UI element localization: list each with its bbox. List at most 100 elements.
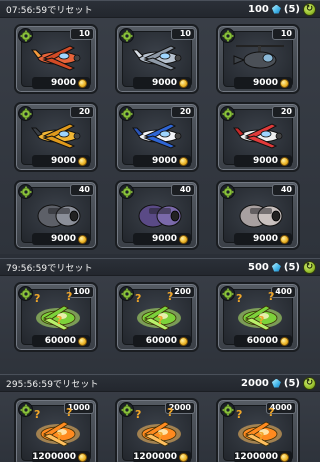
coin-icon xyxy=(179,234,188,244)
shop-item-card[interactable]: 20 9000 xyxy=(14,102,98,172)
gear-icon[interactable] xyxy=(220,106,235,121)
question-mark-icon: ? xyxy=(56,314,63,327)
price-bar[interactable]: 1200000 xyxy=(32,451,90,462)
level-badge: 10 xyxy=(171,28,195,40)
gear-icon[interactable] xyxy=(119,184,134,199)
question-mark-icon: ? xyxy=(66,406,73,419)
shop-item-card[interactable]: 10 9000 xyxy=(14,24,98,94)
item-grid: 1000 ??? 1200000 2000 ??? 1200000 4000 ??? 12… xyxy=(0,392,320,462)
shop-section-3: 295:56:59でリセット 2000 (5) ↻ 1000 ??? 120000… xyxy=(0,374,320,462)
price-label: 9000 xyxy=(50,78,76,88)
shop-item-card[interactable]: 10 9000 xyxy=(216,24,300,94)
red-white-plane-icon xyxy=(232,114,288,154)
question-mark-icon: ? xyxy=(268,406,275,419)
price-bar[interactable]: 9000 xyxy=(133,155,191,167)
reset-timer: 07:56:59でリセット xyxy=(6,5,93,16)
level-badge: 40 xyxy=(70,184,94,196)
section-header: 79:56:59でリセット 500 (5) ↻ xyxy=(0,258,320,276)
coin-icon xyxy=(280,452,289,462)
coin-icon xyxy=(179,156,188,166)
coin-icon xyxy=(179,336,188,346)
question-mark-icon: ? xyxy=(258,430,265,443)
price-label: 9000 xyxy=(151,234,177,244)
shop-item-card[interactable]: 40 9000 xyxy=(115,180,199,250)
level-badge: 200 xyxy=(170,286,195,298)
shop-item-card[interactable]: 20 9000 xyxy=(216,102,300,172)
refresh-button[interactable]: ↻ xyxy=(303,2,316,16)
coin-icon xyxy=(78,452,87,462)
level-badge: 40 xyxy=(171,184,195,196)
question-mark-icon: ? xyxy=(56,430,63,443)
coin-icon xyxy=(280,78,289,88)
shop-item-card[interactable]: 2000 ??? 1200000 xyxy=(115,398,199,462)
question-mark-icon: ? xyxy=(34,408,41,421)
level-badge: 20 xyxy=(272,106,296,118)
level-badge: 400 xyxy=(271,286,296,298)
price-bar[interactable]: 60000 xyxy=(32,335,90,347)
price-bar[interactable]: 9000 xyxy=(133,233,191,245)
gear-icon[interactable] xyxy=(119,286,134,301)
shop-item-card[interactable]: 40 9000 xyxy=(216,180,300,250)
price-label: 9000 xyxy=(252,156,278,166)
shop-item-card[interactable]: 400 ??? 60000 xyxy=(216,282,300,352)
gem-count: 2000 xyxy=(241,377,269,389)
yellow-plane-icon xyxy=(30,114,86,154)
refresh-count: (5) xyxy=(283,3,300,15)
gem-icon xyxy=(271,262,281,272)
gear-icon[interactable] xyxy=(18,402,33,417)
shop-item-card[interactable]: 10 9000 xyxy=(115,24,199,94)
gear-icon[interactable] xyxy=(18,28,33,43)
gear-icon[interactable] xyxy=(18,106,33,121)
price-bar[interactable]: 9000 xyxy=(133,77,191,89)
price-bar[interactable]: 9000 xyxy=(32,77,90,89)
orange-plane-icon xyxy=(30,36,86,76)
shop-item-card[interactable]: 100 ??? 60000 xyxy=(14,282,98,352)
refresh-button[interactable]: ↻ xyxy=(303,260,316,274)
gear-icon[interactable] xyxy=(220,286,235,301)
gear-icon[interactable] xyxy=(18,184,33,199)
question-mark-icon: ? xyxy=(34,292,41,305)
price-bar[interactable]: 9000 xyxy=(234,77,292,89)
gear-icon[interactable] xyxy=(119,402,134,417)
price-bar[interactable]: 1200000 xyxy=(133,451,191,462)
price-bar[interactable]: 60000 xyxy=(234,335,292,347)
gem-icon xyxy=(271,378,281,388)
price-label: 60000 xyxy=(44,336,76,346)
coin-icon xyxy=(179,452,188,462)
price-bar[interactable]: 9000 xyxy=(234,155,292,167)
question-mark-icon: ? xyxy=(167,290,174,303)
shop-item-card[interactable]: 20 9000 xyxy=(115,102,199,172)
price-label: 60000 xyxy=(246,336,278,346)
coin-icon xyxy=(78,336,87,346)
level-badge: 20 xyxy=(171,106,195,118)
price-label: 9000 xyxy=(50,156,76,166)
shop-item-card[interactable]: 4000 ??? 1200000 xyxy=(216,398,300,462)
price-bar[interactable]: 60000 xyxy=(133,335,191,347)
shop-item-card[interactable]: 40 9000 xyxy=(14,180,98,250)
coin-icon xyxy=(78,78,87,88)
price-bar[interactable]: 9000 xyxy=(32,155,90,167)
price-label: 9000 xyxy=(252,78,278,88)
price-bar[interactable]: 9000 xyxy=(32,233,90,245)
gear-icon[interactable] xyxy=(220,402,235,417)
price-bar[interactable]: 9000 xyxy=(234,233,292,245)
question-mark-icon: ? xyxy=(268,290,275,303)
coin-icon xyxy=(280,156,289,166)
refresh-count: (5) xyxy=(283,377,300,389)
refresh-button[interactable]: ↻ xyxy=(303,376,316,390)
shop-item-card[interactable]: 1000 ??? 1200000 xyxy=(14,398,98,462)
gear-icon[interactable] xyxy=(18,286,33,301)
level-badge: 100 xyxy=(69,286,94,298)
item-grid: 10 9000 10 9000 10 9000 20 9000 20 9000 … xyxy=(0,18,320,250)
price-label: 9000 xyxy=(252,234,278,244)
gear-icon[interactable] xyxy=(119,106,134,121)
header-right: 2000 (5) ↻ xyxy=(241,376,316,390)
section-header: 295:56:59でリセット 2000 (5) ↻ xyxy=(0,374,320,392)
purple-pod-icon xyxy=(131,192,187,232)
level-badge: 20 xyxy=(70,106,94,118)
gear-icon[interactable] xyxy=(220,184,235,199)
gear-icon[interactable] xyxy=(220,28,235,43)
price-bar[interactable]: 1200000 xyxy=(234,451,292,462)
shop-item-card[interactable]: 200 ??? 60000 xyxy=(115,282,199,352)
gear-icon[interactable] xyxy=(119,28,134,43)
